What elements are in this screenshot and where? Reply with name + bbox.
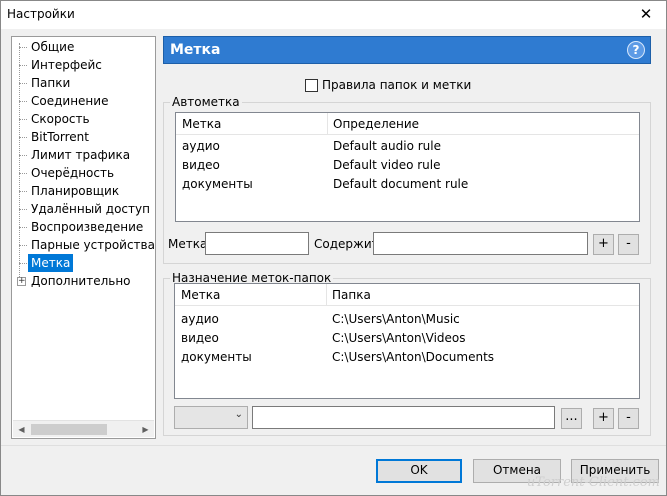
sidebar-item-scheduler[interactable]: Планировщик xyxy=(28,182,122,200)
table-row[interactable]: видео Default video rule xyxy=(176,156,639,175)
row-folder: C:\Users\Anton\Videos xyxy=(332,331,466,345)
window-title: Настройки xyxy=(7,7,75,21)
row-definition: Default audio rule xyxy=(333,139,441,153)
tree-horizontal-scrollbar[interactable]: ◀ ▶ xyxy=(13,420,154,437)
folder-label-rules-checkbox[interactable] xyxy=(305,79,318,92)
help-icon[interactable]: ? xyxy=(627,41,645,59)
column-header-folder[interactable]: Папка xyxy=(332,288,371,302)
table-row[interactable]: аудио C:\Users\Anton\Music xyxy=(175,310,639,329)
table-row[interactable]: видео C:\Users\Anton\Videos xyxy=(175,329,639,348)
row-definition: Default video rule xyxy=(333,158,441,172)
tree-connector xyxy=(19,209,27,210)
sidebar-item-folders[interactable]: Папки xyxy=(28,74,73,92)
table-row[interactable]: документы Default document rule xyxy=(176,175,639,194)
remove-folder-button[interactable]: - xyxy=(618,408,639,429)
tree-connector xyxy=(19,65,27,66)
tree-connector xyxy=(19,119,27,120)
tree-connector xyxy=(19,83,27,84)
sidebar-item-bittorrent[interactable]: BitTorrent xyxy=(28,128,92,146)
row-label: видео xyxy=(181,331,219,345)
expand-plus-icon[interactable]: + xyxy=(17,277,26,286)
panel-title: Метка xyxy=(170,42,221,58)
tree-connector xyxy=(19,155,27,156)
sidebar-item-speed[interactable]: Скорость xyxy=(28,110,93,128)
tree-connector xyxy=(19,137,27,138)
row-folder: C:\Users\Anton\Documents xyxy=(332,350,495,364)
autolabel-group: Автометка Метка Определение аудио Defaul… xyxy=(163,95,651,264)
label-field-label: Метка xyxy=(168,237,208,251)
scroll-left-icon[interactable]: ◀ xyxy=(13,421,30,438)
column-divider[interactable] xyxy=(327,113,328,135)
folder-path-input[interactable] xyxy=(252,406,555,429)
close-icon[interactable]: ✕ xyxy=(626,1,666,29)
sidebar-item-traffic-limit[interactable]: Лимит трафика xyxy=(28,146,133,164)
label-input[interactable] xyxy=(205,232,309,255)
folder-assignment-list[interactable]: Метка Папка аудио C:\Users\Anton\Music в… xyxy=(174,283,640,399)
contains-input[interactable] xyxy=(373,232,588,255)
add-rule-button[interactable]: + xyxy=(593,234,614,255)
sidebar-item-label[interactable]: Метка xyxy=(28,254,74,272)
panel-header: Метка ? xyxy=(163,36,651,64)
row-label: видео xyxy=(182,158,220,172)
sidebar-item-queueing[interactable]: Очерёдность xyxy=(28,164,117,182)
folder-label-rules-label: Правила папок и метки xyxy=(322,78,472,92)
column-divider[interactable] xyxy=(326,284,327,306)
ok-button[interactable]: OK xyxy=(376,459,462,483)
row-label: аудио xyxy=(182,139,220,153)
tree-connector xyxy=(19,263,27,264)
row-definition: Default document rule xyxy=(333,177,469,191)
settings-tree: Общие Интерфейс Папки Соединение Скорост… xyxy=(11,36,156,439)
tree-connector xyxy=(19,245,27,246)
table-row[interactable]: аудио Default audio rule xyxy=(176,137,639,156)
tree-connector xyxy=(19,101,27,102)
sidebar-item-paired-devices[interactable]: Парные устройства xyxy=(28,236,158,254)
tree-connector xyxy=(19,173,27,174)
chevron-down-icon[interactable]: ⌄ xyxy=(235,409,243,420)
autolabel-group-title: Автометка xyxy=(170,95,242,109)
add-folder-button[interactable]: + xyxy=(593,408,614,429)
remove-rule-button[interactable]: - xyxy=(618,234,639,255)
tree-connector xyxy=(19,191,27,192)
tree-connector xyxy=(19,227,27,228)
contains-field-label: Содержит xyxy=(314,237,379,251)
sidebar-item-advanced[interactable]: Дополнительно xyxy=(28,272,134,290)
browse-folder-button[interactable]: ... xyxy=(561,408,582,429)
table-row[interactable]: документы C:\Users\Anton\Documents xyxy=(175,348,639,367)
folder-list-header: Метка Папка xyxy=(175,284,639,306)
tree-guide-line xyxy=(19,43,20,283)
title-bar: Настройки ✕ xyxy=(1,1,666,29)
watermark: uTorrent-Client.com xyxy=(526,475,660,490)
row-label: документы xyxy=(181,350,252,364)
sidebar-item-remote-access[interactable]: Удалённый доступ xyxy=(28,200,153,218)
sidebar-item-playback[interactable]: Воспроизведение xyxy=(28,218,146,236)
column-header-label[interactable]: Метка xyxy=(181,288,220,302)
column-header-label[interactable]: Метка xyxy=(182,117,221,131)
column-header-definition[interactable]: Определение xyxy=(333,117,419,131)
autolabel-list[interactable]: Метка Определение аудио Default audio ru… xyxy=(175,112,640,222)
sidebar-item-connection[interactable]: Соединение xyxy=(28,92,111,110)
row-folder: C:\Users\Anton\Music xyxy=(332,312,460,326)
sidebar-item-interface[interactable]: Интерфейс xyxy=(28,56,105,74)
scrollbar-thumb[interactable] xyxy=(31,424,107,435)
scroll-right-icon[interactable]: ▶ xyxy=(137,421,154,438)
label-combo[interactable]: ⌄ xyxy=(174,406,248,429)
folder-assignment-group: Назначение меток-папок Метка Папка аудио… xyxy=(163,271,651,436)
row-label: документы xyxy=(182,177,253,191)
tree-connector xyxy=(19,47,27,48)
autolabel-list-header: Метка Определение xyxy=(176,113,639,135)
settings-window: Настройки ✕ Общие Интерфейс Папки Соедин… xyxy=(0,0,667,496)
sidebar-item-general[interactable]: Общие xyxy=(28,38,77,56)
row-label: аудио xyxy=(181,312,219,326)
